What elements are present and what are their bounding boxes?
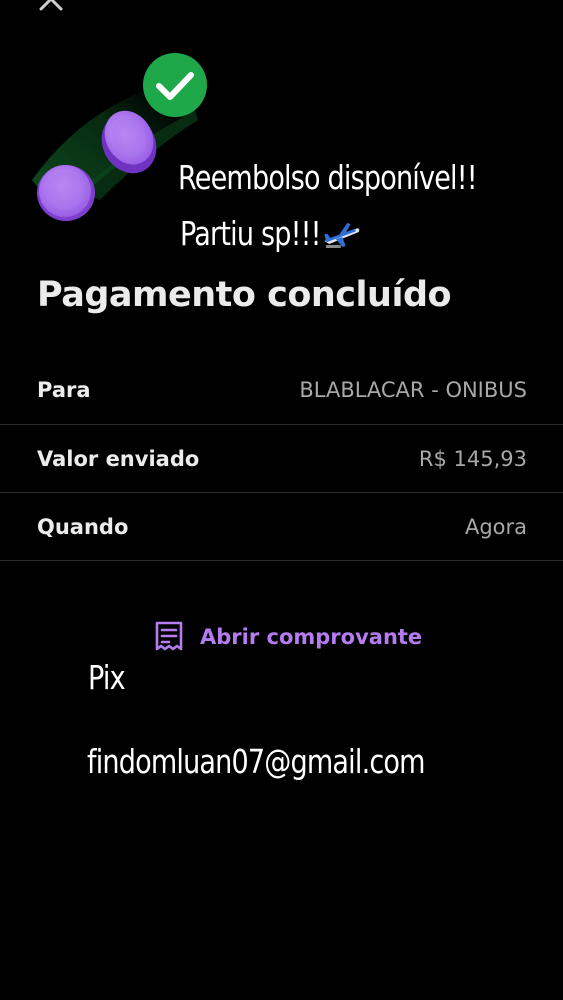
detail-row-amount: Valor enviado R$ 145,93	[0, 425, 563, 493]
payment-details: Para BLABLACAR - ONIBUS Valor enviado R$…	[0, 356, 563, 561]
detail-label: Quando	[37, 514, 129, 539]
overlay-caption-trip-text: Partiu sp!!!	[180, 214, 321, 253]
page-title: Pagamento concluído	[37, 275, 452, 315]
overlay-caption-trip: Partiu sp!!!	[180, 214, 360, 253]
receipt-icon	[155, 621, 183, 651]
detail-value: BLABLACAR - ONIBUS	[299, 378, 527, 402]
detail-label: Para	[37, 378, 91, 402]
close-button[interactable]	[38, 0, 64, 12]
airplane-icon	[323, 223, 359, 248]
detail-label: Valor enviado	[37, 446, 200, 471]
overlay-pix-label: Pix	[88, 658, 126, 697]
payment-success-illustration	[20, 40, 230, 240]
check-circle-icon	[143, 53, 207, 117]
open-receipt-label: Abrir comprovante	[200, 625, 423, 649]
open-receipt-button[interactable]: Abrir comprovante	[154, 620, 422, 654]
detail-row-recipient: Para BLABLACAR - ONIBUS	[0, 356, 563, 425]
overlay-pix-key: findomluan07@gmail.com	[87, 742, 426, 781]
coin-icon	[37, 165, 95, 221]
detail-row-when: Quando Agora	[0, 493, 563, 561]
detail-value: R$ 145,93	[418, 446, 527, 471]
close-icon	[39, 0, 63, 11]
detail-value: Agora	[464, 514, 527, 539]
overlay-caption-refund: Reembolso disponível!!	[178, 158, 478, 197]
